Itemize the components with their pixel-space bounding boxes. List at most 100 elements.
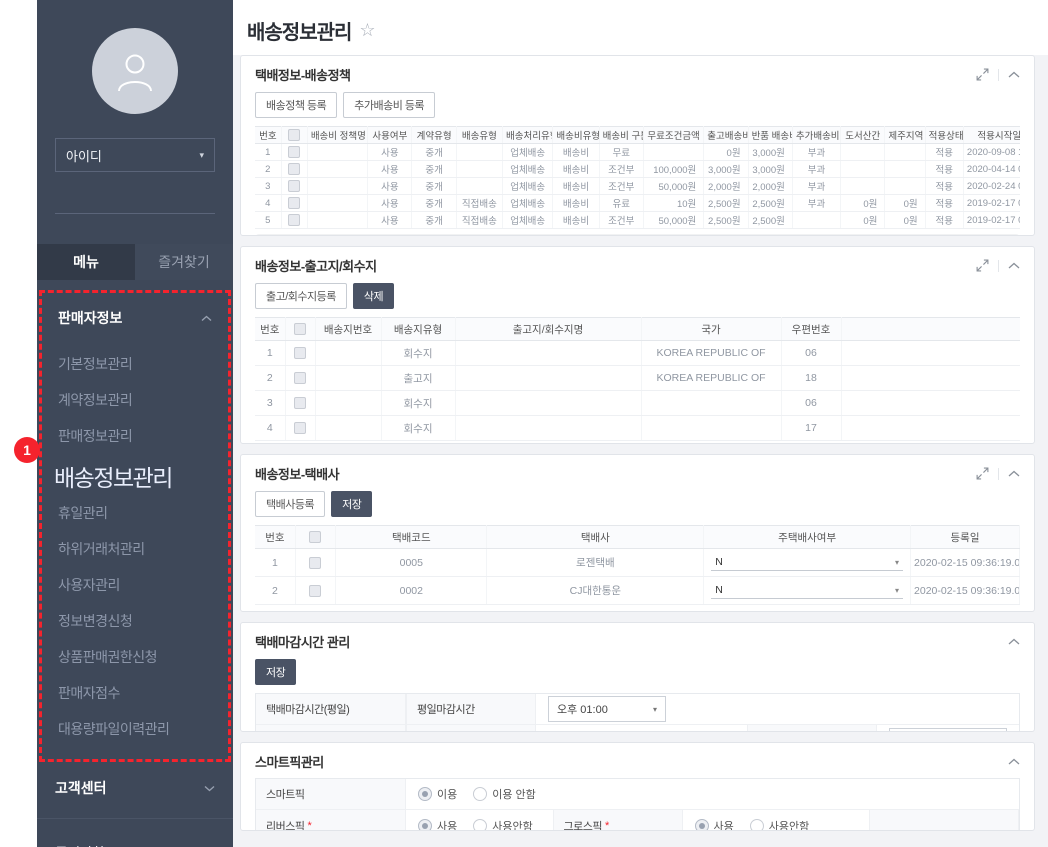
table-cell <box>307 160 369 178</box>
search-input[interactable] <box>55 189 231 204</box>
collapse-chevron-icon[interactable] <box>1008 758 1020 766</box>
sidebar-item-holiday[interactable]: 휴일관리 <box>42 495 228 531</box>
main-content: 배송정보관리 ☆ 택배정보-배송정책 배송정책 등록 추가배송비 등록 번호 배… <box>233 0 1048 847</box>
register-policy-button[interactable]: 배송정책 등록 <box>255 92 338 118</box>
sidebar-section-seller[interactable]: 판매자정보 <box>42 301 228 334</box>
radio-grosspick-no-use[interactable]: 사용안함 <box>749 818 809 830</box>
row-checkbox[interactable] <box>294 397 306 410</box>
sidebar-section-customer-center[interactable]: 고객센터 <box>37 762 233 810</box>
panel-body: 저장 택배마감시간(평일) 평일마감시간 오후 01:00 ▾ <box>241 659 1034 731</box>
primary-courier-select[interactable]: N ▾ <box>711 582 904 599</box>
sidebar-item-info-change[interactable]: 정보변경신청 <box>42 603 228 639</box>
column-header: 등록일 <box>910 525 1020 549</box>
row-checkbox[interactable] <box>288 180 301 192</box>
tab-favorites[interactable]: 즐겨찾기 <box>135 244 233 280</box>
row-checkbox[interactable] <box>288 163 301 175</box>
row-checkbox[interactable] <box>294 422 306 435</box>
row-checkbox[interactable] <box>294 372 306 385</box>
radio-smartpick-no-use[interactable]: 이용 안함 <box>473 786 536 802</box>
expand-icon[interactable] <box>976 259 989 272</box>
table-cell: 0원 <box>703 143 749 161</box>
sidebar-item-sales-rights[interactable]: 상품판매권한신청 <box>42 639 228 675</box>
row-checkbox[interactable] <box>288 197 301 209</box>
tab-menu[interactable]: 메뉴 <box>37 244 135 280</box>
radio-selected-icon <box>694 818 709 830</box>
saturday-deadline-select[interactable]: 오후 01:00 ▾ <box>889 727 1007 731</box>
register-extra-fee-button[interactable]: 추가배송비 등록 <box>343 92 436 118</box>
table-row: 1 사용중개 업체배송배송비무료 0원3,000원부과 적용2020-09-08 16:… <box>255 143 1020 161</box>
table-cell: 회수지 <box>381 390 456 416</box>
page-title: 배송정보관리 <box>247 22 352 44</box>
save-button[interactable]: 저장 <box>255 659 297 685</box>
select-all-checkbox[interactable] <box>309 531 322 544</box>
radio-grosspick-use[interactable]: 사용 <box>694 818 734 830</box>
row-checkbox[interactable] <box>309 584 322 597</box>
scrollbar-thumb[interactable] <box>255 235 951 236</box>
field-label-text: 리버스픽 <box>266 820 305 831</box>
table-cell: 18 <box>781 365 842 391</box>
radio-reversepick-no-use[interactable]: 사용안함 <box>473 818 533 831</box>
table-cell <box>307 194 369 212</box>
column-header: 사용여부 <box>367 126 413 144</box>
table-cell: 직접배송 <box>456 211 504 229</box>
sidebar-menu-list: 기본정보관리 계약정보관리 판매정보관리 배송정보관리 휴일관리 하위거래처관리… <box>42 334 228 747</box>
button-row: 택배사등록 저장 <box>255 491 1020 517</box>
select-all-checkbox[interactable] <box>294 323 306 336</box>
table-cell: 업체배송 <box>502 160 554 178</box>
radio-reversepick-use[interactable]: 사용 <box>418 818 457 830</box>
panel-header: 스마트픽관리 <box>241 743 1034 778</box>
table-cell: 2020-02-15 09:36:19.0 <box>910 576 1020 605</box>
expand-icon[interactable] <box>976 467 989 480</box>
panel-header: 택배정보-배송정책 <box>241 56 1034 91</box>
panel-tools <box>976 259 1020 272</box>
column-header: 반품 배송비 <box>748 126 793 144</box>
radio-label: 사용안함 <box>492 820 533 831</box>
table-cell: 무료 <box>599 143 644 161</box>
save-button[interactable]: 저장 <box>331 491 373 517</box>
table-cell <box>281 211 308 229</box>
sidebar-item-bulk-file[interactable]: 대용량파일이력관리 <box>42 711 228 747</box>
table-cell: 회수지 <box>381 340 456 366</box>
sidebar-item-contract-info[interactable]: 계약정보관리 <box>42 382 228 418</box>
delete-button[interactable]: 삭제 <box>352 283 395 309</box>
table-cell: N ▾ <box>703 576 912 605</box>
sidebar-item-seller-score[interactable]: 판매자점수 <box>42 675 228 711</box>
radio-unselected-icon <box>473 818 488 830</box>
expand-icon[interactable] <box>976 68 989 81</box>
table-cell <box>281 160 308 178</box>
table-cell <box>641 415 782 441</box>
row-checkbox[interactable] <box>294 347 306 360</box>
select-all-checkbox[interactable] <box>288 129 301 141</box>
table-row: 2 0002 CJ대한통운 N ▾ 2020-02-15 09:36:19.0 <box>255 576 1020 605</box>
collapse-chevron-icon[interactable] <box>1008 470 1020 478</box>
collapse-chevron-icon[interactable] <box>1008 638 1020 646</box>
register-courier-button[interactable]: 택배사등록 <box>255 491 326 517</box>
favorite-star-icon[interactable]: ☆ <box>359 20 375 41</box>
table-cell: 5 <box>255 211 282 229</box>
required-mark: * <box>604 819 609 831</box>
sidebar-item-delivery-info-current[interactable]: 배송정보관리 <box>42 454 228 495</box>
sidebar-item-sales-info[interactable]: 판매정보관리 <box>42 418 228 454</box>
column-header: 배송유형 <box>456 126 504 144</box>
sidebar-item-user-mgmt[interactable]: 사용자관리 <box>42 567 228 603</box>
register-address-button[interactable]: 출고/회수지등록 <box>255 283 347 309</box>
table-cell: 업체배송 <box>502 194 554 212</box>
link-notice[interactable]: 공지사항 <box>55 843 215 847</box>
table-cell <box>285 340 316 366</box>
column-header <box>281 126 308 144</box>
weekday-deadline-select[interactable]: 오후 01:00 ▾ <box>548 696 666 722</box>
sidebar-item-basic-info[interactable]: 기본정보관리 <box>42 346 228 382</box>
collapse-chevron-icon[interactable] <box>1008 262 1020 270</box>
panel-body: 출고/회수지등록 삭제 번호 배송지번호배송지유형출고지/회수지명국가우편번호주소… <box>241 283 1034 443</box>
table-cell: 2019-02-17 00:00:... <box>963 211 1020 229</box>
user-id-dropdown[interactable]: 아이디 ▾ <box>55 138 215 172</box>
row-checkbox[interactable] <box>288 146 301 158</box>
table-cell <box>456 143 504 161</box>
radio-smartpick-use[interactable]: 이용 <box>418 786 457 802</box>
row-checkbox[interactable] <box>309 556 322 569</box>
primary-courier-select[interactable]: N ▾ <box>711 554 904 571</box>
collapse-chevron-icon[interactable] <box>1008 71 1020 79</box>
sidebar-item-sub-vendor[interactable]: 하위거래처관리 <box>42 531 228 567</box>
panel-courier-deadline: 택배마감시간 관리 저장 택배마감시간(평일) 평일마감시간 오후 01:00 … <box>240 622 1035 732</box>
row-checkbox[interactable] <box>288 214 301 226</box>
